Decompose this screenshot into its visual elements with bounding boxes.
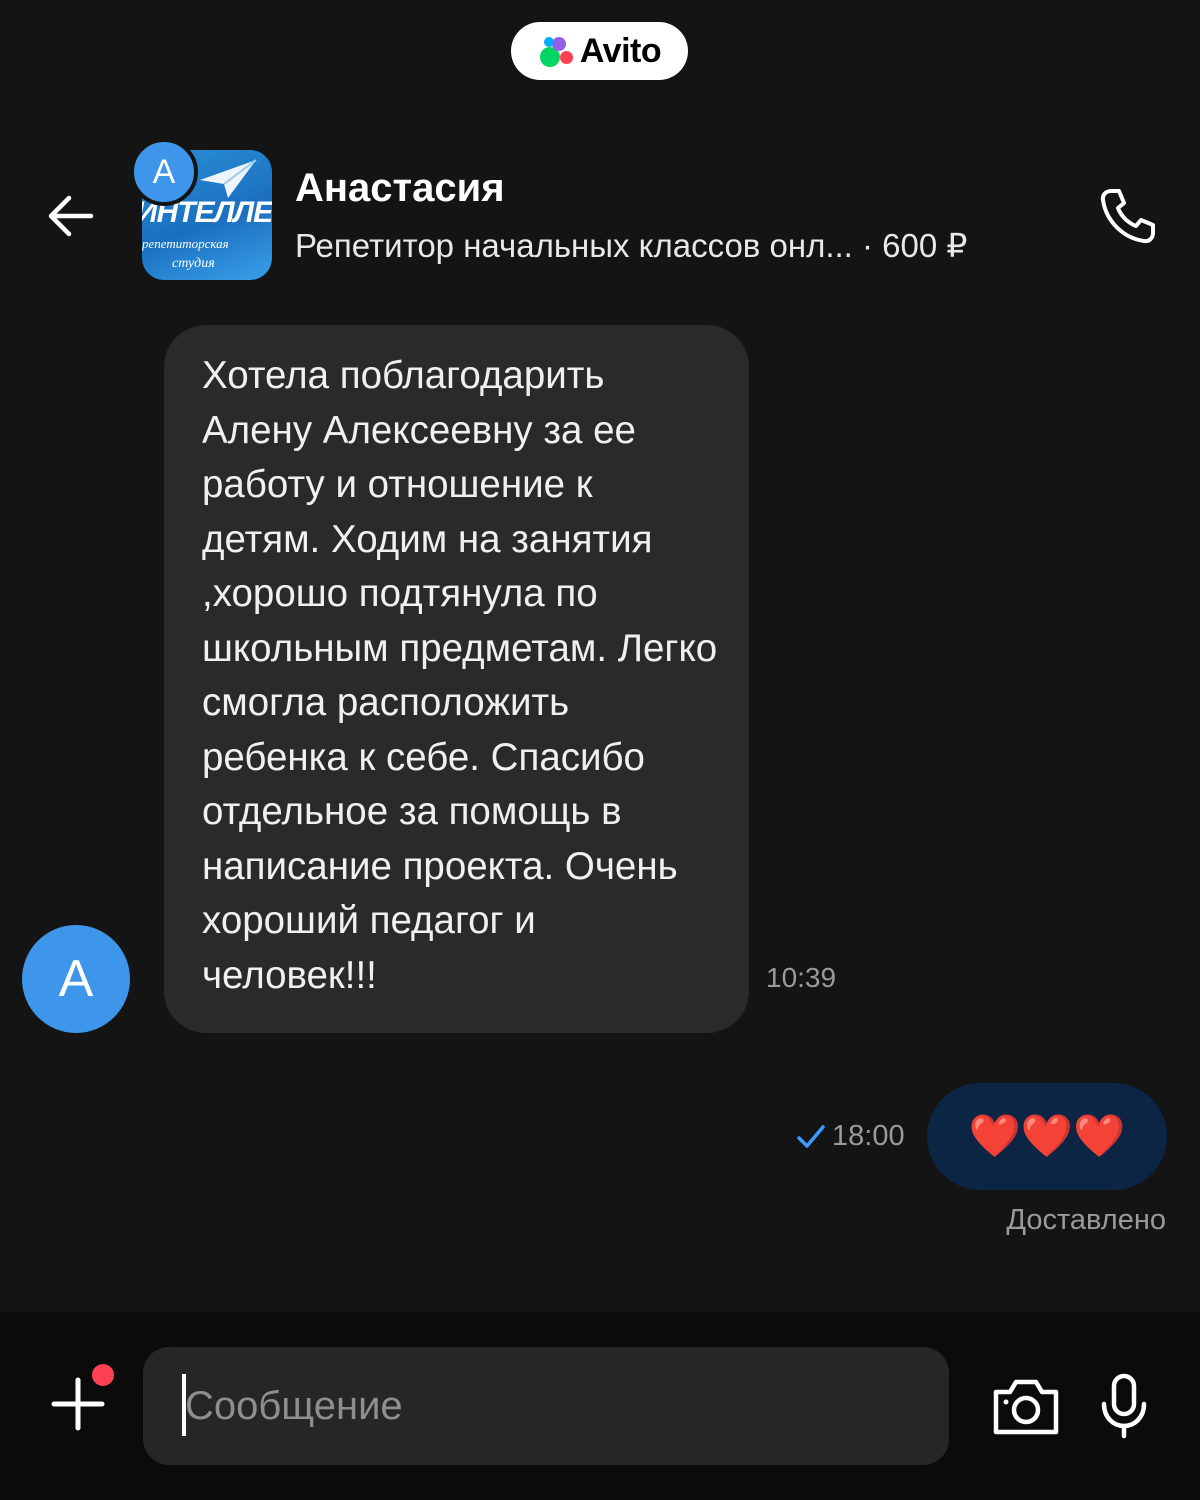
avito-logo-icon — [538, 33, 576, 69]
message-input[interactable] — [143, 1347, 949, 1465]
sender-avatar[interactable]: A — [22, 925, 130, 1033]
paper-plane-icon — [200, 159, 257, 198]
outgoing-message-bubble[interactable]: ❤️❤️❤️ — [927, 1083, 1167, 1190]
notification-dot — [92, 1364, 114, 1386]
camera-button[interactable] — [990, 1374, 1062, 1438]
incoming-message-text: Хотела поблагодарить Алену Алексеевну за… — [202, 354, 718, 997]
back-button[interactable] — [38, 184, 102, 248]
delivery-status: Доставлено — [1006, 1204, 1166, 1236]
incoming-message-bubble[interactable]: Хотела поблагодарить Алену Алексеевну за… — [164, 325, 749, 1033]
chat-screen: Avito ИНТЕЛЛЕКТ репетиторская студия A А… — [0, 0, 1200, 1500]
text-caret — [182, 1374, 186, 1436]
outgoing-message-text: ❤️❤️❤️ — [968, 1112, 1126, 1159]
incoming-message-time: 10:39 — [766, 962, 837, 993]
listing-title[interactable]: Репетитор начальных классов онл... · 600… — [295, 226, 967, 265]
avito-badge: Avito — [511, 22, 688, 80]
call-button[interactable] — [1092, 180, 1164, 252]
camera-icon — [993, 1379, 1059, 1435]
thumb-subtitle-2: студия — [172, 256, 215, 271]
check-icon — [797, 1124, 825, 1148]
microphone-icon — [1101, 1373, 1147, 1439]
arrow-left-icon — [48, 195, 94, 237]
avito-brand-text: Avito — [579, 31, 662, 70]
phone-icon — [1100, 189, 1155, 244]
outgoing-message-time: 18:00 — [832, 1120, 905, 1152]
outgoing-message-meta: 18:00 — [796, 1120, 905, 1153]
thumb-subtitle: репетиторская — [142, 236, 229, 251]
microphone-button[interactable] — [1096, 1370, 1152, 1442]
contact-avatar-small[interactable]: A — [130, 138, 198, 206]
contact-name[interactable]: Анастасия — [295, 166, 505, 211]
